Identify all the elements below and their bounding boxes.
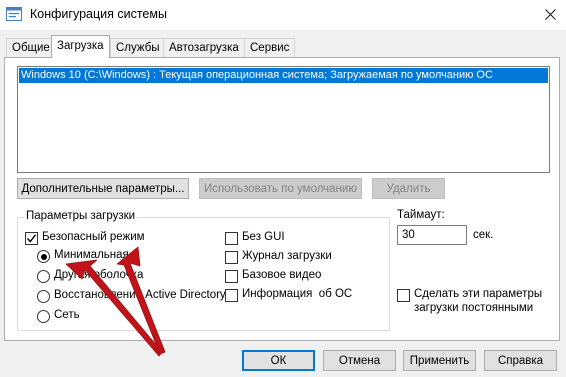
tab-startup[interactable]: Автозагрузка bbox=[163, 38, 245, 57]
app-window-icon bbox=[6, 7, 22, 21]
os-boot-info-label: Информация об ОС bbox=[242, 288, 353, 300]
radio-network[interactable] bbox=[37, 310, 50, 323]
safe-boot-label: Безопасный режим bbox=[42, 231, 145, 243]
tab-services[interactable]: Службы bbox=[110, 38, 166, 57]
boot-log-label: Журнал загрузки bbox=[242, 250, 332, 262]
checkmark-icon bbox=[26, 234, 37, 243]
apply-button[interactable]: Применить bbox=[403, 350, 476, 371]
timeout-unit: сек. bbox=[473, 229, 494, 241]
no-gui-label: Без GUI bbox=[242, 231, 285, 243]
tab-boot[interactable]: Загрузка bbox=[51, 35, 110, 58]
timeout-label: Таймаут: bbox=[397, 209, 445, 221]
os-boot-info-checkbox[interactable] bbox=[225, 289, 238, 302]
close-icon[interactable] bbox=[536, 2, 564, 26]
title-bar: Конфигурация системы bbox=[0, 0, 566, 30]
timeout-input[interactable]: 30 bbox=[397, 225, 467, 245]
help-button[interactable]: Справка bbox=[484, 350, 557, 371]
advanced-options-button[interactable]: Дополнительные параметры... bbox=[17, 178, 189, 199]
radio-ad-repair-label: Восстановление Active Directory bbox=[54, 289, 226, 301]
delete-button[interactable]: Удалить bbox=[372, 178, 445, 199]
cancel-button[interactable]: Отмена bbox=[323, 350, 396, 371]
tab-tools[interactable]: Сервис bbox=[244, 38, 296, 57]
make-permanent-checkbox[interactable] bbox=[397, 289, 410, 302]
boot-options-title: Параметры загрузки bbox=[24, 210, 138, 222]
set-default-button[interactable]: Использовать по умолчанию bbox=[199, 178, 362, 199]
window-title: Конфигурация системы bbox=[30, 7, 167, 21]
radio-alternate-shell[interactable] bbox=[37, 270, 50, 283]
tab-general[interactable]: Общие bbox=[6, 38, 56, 57]
boot-log-checkbox[interactable] bbox=[225, 251, 238, 264]
base-video-checkbox[interactable] bbox=[225, 270, 238, 283]
radio-alternate-shell-label: Другая оболочка bbox=[54, 269, 144, 281]
radio-ad-repair[interactable] bbox=[37, 290, 50, 303]
radio-minimal[interactable] bbox=[37, 250, 50, 263]
make-permanent-label-line2: загрузки постоянными bbox=[414, 302, 534, 314]
safe-boot-checkbox[interactable] bbox=[25, 232, 38, 245]
boot-os-list[interactable]: Windows 10 (C:\Windows) : Текущая операц… bbox=[17, 66, 550, 173]
no-gui-checkbox[interactable] bbox=[225, 232, 238, 245]
make-permanent-label-line1: Сделать эти параметры bbox=[414, 288, 543, 300]
base-video-label: Базовое видео bbox=[242, 269, 322, 281]
radio-minimal-label: Минимальная bbox=[54, 249, 129, 261]
ok-button[interactable]: ОК bbox=[242, 350, 315, 371]
list-item[interactable]: Windows 10 (C:\Windows) : Текущая операц… bbox=[19, 68, 548, 83]
radio-network-label: Сеть bbox=[54, 309, 80, 321]
